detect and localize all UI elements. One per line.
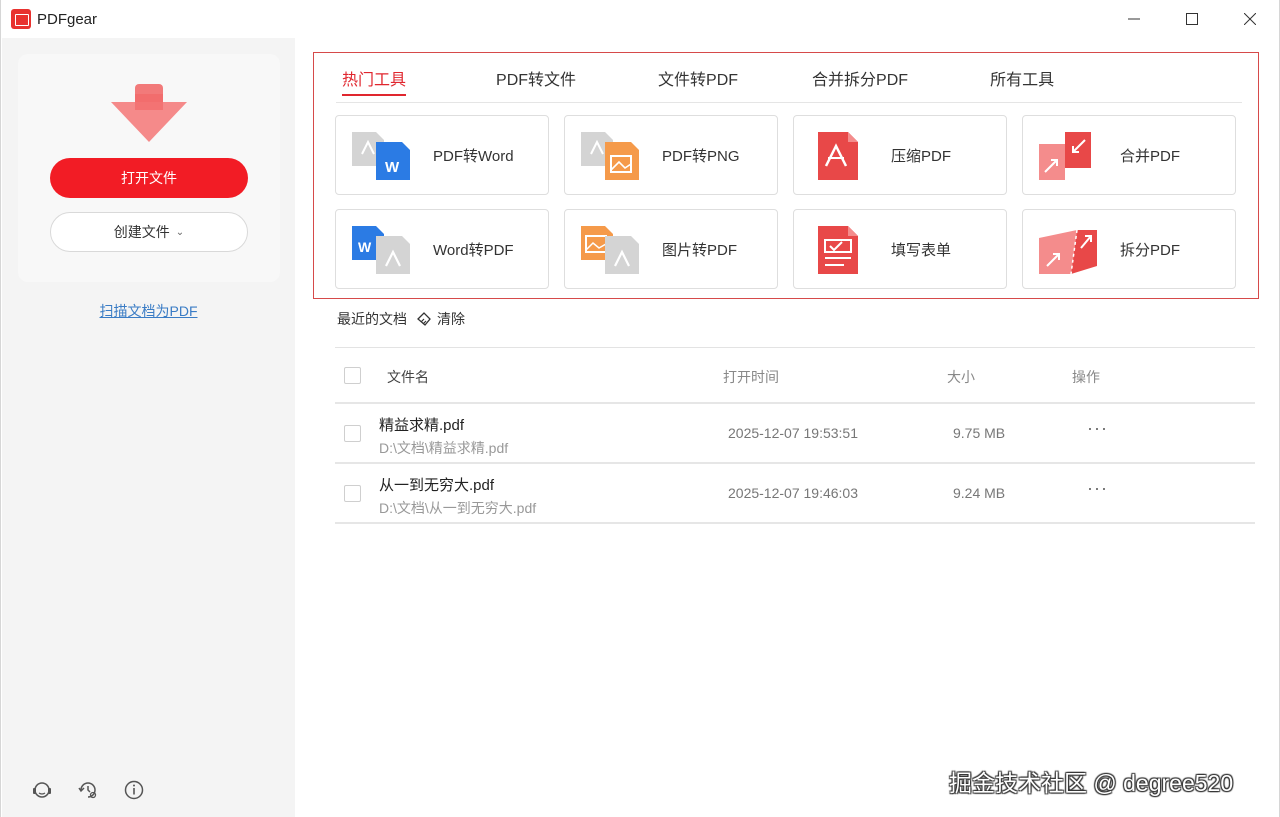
tool-grid: W PDF转Word PDF转PNG 压缩PDF 合并PDF W Word转PD… — [335, 115, 1236, 289]
tool-label: Word转PDF — [433, 241, 514, 259]
merge-pdf-icon — [1039, 132, 1091, 180]
support-icon[interactable] — [30, 778, 54, 802]
tool-label: 合并PDF — [1120, 147, 1181, 165]
broom-icon — [417, 312, 431, 326]
tool-split-pdf[interactable]: 拆分PDF — [1022, 209, 1236, 289]
table-row[interactable]: 从一到无穷大.pdf D:\文档\从一到无穷大.pdf 2025-12-07 1… — [335, 464, 1255, 524]
tool-label: 图片转PDF — [662, 241, 738, 259]
more-options-button[interactable]: ··· — [1087, 418, 1108, 439]
column-size: 大小 — [947, 369, 975, 385]
open-file-button[interactable]: 打开文件 — [50, 158, 248, 198]
tool-label: 填写表单 — [891, 241, 952, 259]
file-size: 9.24 MB — [953, 485, 1006, 501]
create-file-button[interactable]: 创建文件 ⌄ — [50, 212, 248, 252]
image-to-pdf-icon — [581, 226, 639, 274]
tool-fill-form[interactable]: 填写表单 — [793, 209, 1007, 289]
tools-panel: 热门工具 PDF转文件 文件转PDF 合并拆分PDF 所有工具 W PDF转Wo… — [313, 52, 1259, 299]
app-logo-icon — [11, 9, 31, 29]
select-all-checkbox[interactable] — [344, 367, 361, 384]
file-open-time: 2025-12-07 19:46:03 — [728, 485, 858, 501]
tool-label: 拆分PDF — [1120, 241, 1181, 259]
close-button[interactable] — [1221, 0, 1279, 38]
file-open-time: 2025-12-07 19:53:51 — [728, 425, 858, 441]
split-pdf-icon — [1039, 229, 1097, 275]
column-operations: 操作 — [1072, 369, 1100, 385]
file-name: 从一到无穷大.pdf — [379, 477, 495, 494]
sidebar: 打开文件 创建文件 ⌄ 扫描文档为PDF — [2, 38, 295, 817]
info-icon[interactable] — [122, 778, 146, 802]
table-header: 文件名 打开时间 大小 操作 — [335, 347, 1255, 404]
title-bar: PDFgear — [1, 0, 1279, 38]
history-settings-icon[interactable] — [76, 778, 100, 802]
tab-merge-split-pdf[interactable]: 合并拆分PDF — [812, 53, 908, 103]
close-icon — [1244, 13, 1256, 25]
file-path: D:\文档\从一到无穷大.pdf — [379, 500, 537, 516]
tab-file-to-pdf[interactable]: 文件转PDF — [658, 53, 738, 103]
row-checkbox[interactable] — [344, 485, 361, 502]
word-to-pdf-icon: W — [352, 226, 410, 274]
pdfgear-window: PDFgear 打开文件 创建文件 ⌄ 扫描文档为PDF 热门工具 PDF转文件… — [0, 0, 1280, 817]
maximize-icon — [1186, 13, 1198, 25]
tool-merge-pdf[interactable]: 合并PDF — [1022, 115, 1236, 195]
file-size: 9.75 MB — [953, 425, 1006, 441]
table-row[interactable]: 精益求精.pdf D:\文档\精益求精.pdf 2025-12-07 19:53… — [335, 404, 1255, 464]
minimize-button[interactable] — [1105, 0, 1163, 38]
clear-recent-label: 清除 — [437, 311, 465, 327]
pdf-to-word-icon: W — [352, 132, 410, 180]
tool-compress-pdf[interactable]: 压缩PDF — [793, 115, 1007, 195]
file-path: D:\文档\精益求精.pdf — [379, 440, 509, 456]
chevron-down-icon: ⌄ — [175, 226, 185, 238]
app-title: PDFgear — [37, 10, 98, 28]
fill-form-icon — [818, 226, 858, 274]
svg-text:W: W — [385, 159, 400, 176]
create-file-label: 创建文件 — [113, 224, 170, 240]
tool-image-to-pdf[interactable]: 图片转PDF — [564, 209, 778, 289]
download-drop-icon — [111, 84, 187, 142]
watermark-text: 掘金技术社区 @ degree520 — [949, 770, 1234, 796]
clear-recent-button[interactable]: 清除 — [415, 309, 465, 329]
maximize-button[interactable] — [1163, 0, 1221, 38]
tool-label: PDF转Word — [433, 147, 514, 165]
scan-to-pdf-link[interactable]: 扫描文档为PDF — [2, 301, 295, 321]
window-controls — [1105, 0, 1279, 38]
tab-pdf-to-file[interactable]: PDF转文件 — [496, 53, 576, 103]
minimize-icon — [1128, 18, 1140, 20]
column-open-time: 打开时间 — [723, 369, 779, 385]
column-file-name: 文件名 — [387, 369, 429, 385]
tool-pdf-to-word[interactable]: W PDF转Word — [335, 115, 549, 195]
tool-word-to-pdf[interactable]: W Word转PDF — [335, 209, 549, 289]
tab-all-tools[interactable]: 所有工具 — [990, 53, 1054, 103]
more-options-button[interactable]: ··· — [1087, 478, 1108, 499]
tool-tabs: 热门工具 PDF转文件 文件转PDF 合并拆分PDF 所有工具 — [336, 53, 1242, 103]
svg-text:W: W — [358, 239, 372, 255]
recent-documents-header: 最近的文档 清除 — [337, 309, 465, 329]
recent-documents-title: 最近的文档 — [337, 311, 407, 327]
tool-label: PDF转PNG — [662, 147, 740, 165]
pdf-to-png-icon — [581, 132, 639, 180]
sidebar-bottom-icons — [30, 778, 146, 802]
compress-pdf-icon — [818, 132, 858, 180]
open-file-card: 打开文件 创建文件 ⌄ — [18, 54, 280, 282]
recent-files-table: 文件名 打开时间 大小 操作 精益求精.pdf D:\文档\精益求精.pdf 2… — [335, 347, 1255, 524]
row-checkbox[interactable] — [344, 425, 361, 442]
tool-label: 压缩PDF — [891, 147, 952, 165]
file-name: 精益求精.pdf — [379, 417, 465, 434]
tab-hot-tools[interactable]: 热门工具 — [342, 53, 407, 103]
tool-pdf-to-png[interactable]: PDF转PNG — [564, 115, 778, 195]
